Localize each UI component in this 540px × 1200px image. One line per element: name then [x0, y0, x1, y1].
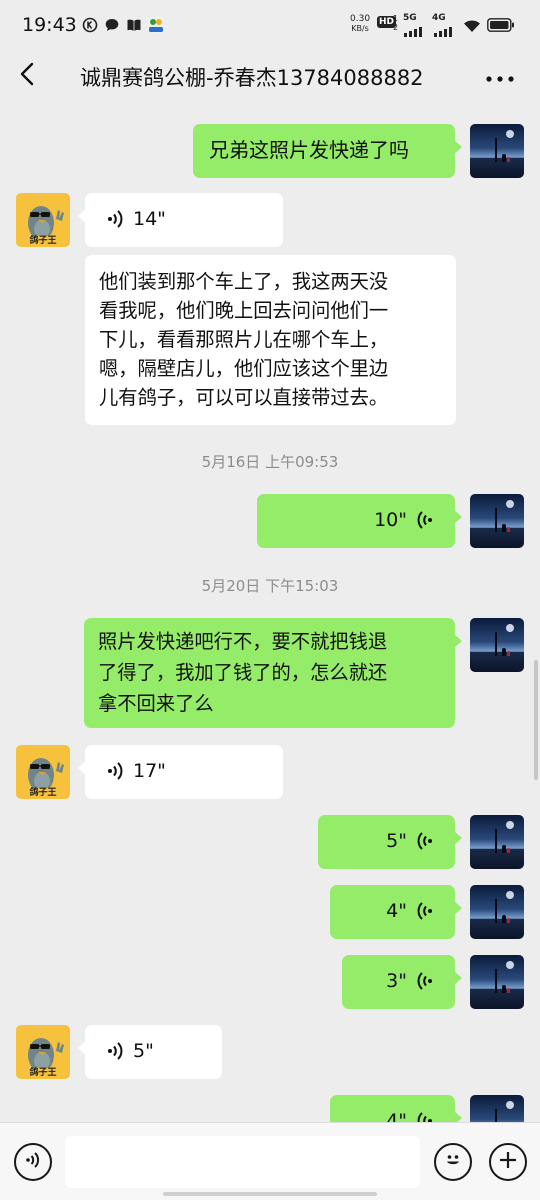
my-avatar[interactable] — [470, 885, 524, 939]
net-speed-value: 0.30 — [350, 14, 371, 24]
contact-avatar[interactable]: 鸽子王 — [16, 745, 70, 799]
message-line: 嗯，隔壁店儿，他们应该这个里边 — [99, 357, 389, 380]
voice-wave-icon — [107, 209, 125, 229]
message-input[interactable] — [65, 1136, 420, 1188]
chat-title-bar: 诚鼎赛鸽公棚-乔春杰13784088882 — [0, 50, 540, 102]
voice-wave-icon — [415, 510, 433, 530]
plus-icon — [498, 1150, 518, 1174]
contact-avatar[interactable]: 鸽子王 — [16, 1025, 70, 1079]
message-timestamp: 5月20日 下午15:03 — [201, 577, 339, 595]
voice-duration: 5" — [133, 1039, 154, 1062]
voice-wave-icon — [415, 901, 433, 921]
hd-sub: 1 2 — [393, 14, 399, 32]
emoji-button[interactable] — [434, 1143, 472, 1181]
voice-mode-icon — [23, 1150, 43, 1174]
message-timestamp: 5月16日 上午09:53 — [201, 453, 339, 471]
message-line: 拿不回来了么 — [98, 692, 214, 715]
contact-avatar[interactable]: 鸽子王 — [16, 193, 70, 247]
message-line: 照片发快递吧行不，要不就把钱退 — [98, 630, 388, 653]
outgoing-voice-bubble[interactable]: 3" — [342, 955, 462, 1009]
more-button[interactable] — [480, 58, 520, 94]
contact-avatar-label: 鸽子王 — [29, 1068, 57, 1078]
outgoing-text-bubble[interactable]: 兄弟这照片发快递了吗 — [193, 124, 462, 178]
outgoing-voice-bubble[interactable]: 10" — [257, 494, 462, 548]
message-text: 兄弟这照片发快递了吗 — [209, 138, 409, 162]
voice-wave-icon — [107, 761, 125, 781]
chat-scrollbar[interactable] — [534, 660, 538, 780]
voice-wave-icon — [415, 971, 433, 991]
signal-sim1-icon — [404, 22, 428, 41]
incoming-voice-bubble[interactable]: 14" — [78, 193, 283, 247]
contact-avatar-label: 鸽子王 — [29, 788, 57, 798]
signal-sim2-icon — [434, 22, 458, 41]
outgoing-voice-bubble[interactable]: 4" — [330, 885, 462, 939]
voice-duration: 4" — [386, 899, 407, 922]
more-dots-icon — [486, 67, 514, 86]
my-avatar[interactable] — [470, 124, 524, 178]
message-line: 下儿，看看那照片儿在哪个车上， — [99, 328, 389, 351]
incoming-voice-bubble[interactable]: 5" — [78, 1025, 222, 1079]
status-bar: 19:43 0.30 KB/s HD 1 2 5G 4G — [0, 0, 540, 50]
k-circle-icon — [82, 17, 98, 37]
incoming-text-bubble[interactable]: 他们装到那个车上了，我这两天没 看我呢，他们晚上回去问问他们一 下儿，看看那照片… — [85, 255, 456, 425]
plus-button[interactable] — [489, 1143, 527, 1181]
outgoing-text-bubble[interactable]: 照片发快递吧行不，要不就把钱退 了得了，我加了钱了的，怎么就还 拿不回来了么 — [84, 618, 462, 728]
voice-mode-button[interactable] — [14, 1143, 52, 1181]
emoji-icon — [442, 1149, 464, 1175]
message-line: 看我呢，他们晚上回去问问他们一 — [99, 299, 389, 322]
back-button[interactable] — [10, 58, 46, 94]
voice-duration: 5" — [386, 829, 407, 852]
message-line: 他们装到那个车上了，我这两天没 — [99, 270, 389, 293]
net-speed-unit: KB/s — [351, 24, 369, 33]
home-indicator — [163, 1192, 377, 1196]
voice-wave-icon — [415, 831, 433, 851]
chat-input-bar — [0, 1122, 540, 1200]
outgoing-voice-bubble[interactable]: 5" — [318, 815, 462, 869]
book-icon — [126, 17, 142, 37]
incoming-voice-bubble[interactable]: 17" — [78, 745, 283, 799]
chat-bubble-icon — [104, 17, 120, 37]
chat-title: 诚鼎赛鸽公棚-乔春杰13784088882 — [80, 66, 424, 90]
battery-icon — [487, 17, 515, 36]
my-avatar[interactable] — [470, 815, 524, 869]
net-speed: 0.30 KB/s — [350, 14, 370, 34]
status-time: 19:43 — [22, 14, 77, 36]
voice-duration: 10" — [374, 508, 407, 531]
voice-duration: 14" — [133, 207, 166, 230]
wifi-icon — [463, 18, 481, 37]
my-avatar[interactable] — [470, 618, 524, 672]
voice-wave-icon — [107, 1041, 125, 1061]
voice-duration: 3" — [386, 969, 407, 992]
voice-duration: 17" — [133, 759, 166, 782]
chevron-left-icon — [19, 62, 37, 90]
message-line: 儿有鸽子，可以可以直接带过去。 — [99, 386, 389, 409]
message-line: 了得了，我加了钱了的，怎么就还 — [98, 661, 388, 684]
contact-avatar-label: 鸽子王 — [29, 236, 57, 246]
app-badge-icon — [147, 16, 165, 38]
my-avatar[interactable] — [470, 494, 524, 548]
my-avatar[interactable] — [470, 955, 524, 1009]
